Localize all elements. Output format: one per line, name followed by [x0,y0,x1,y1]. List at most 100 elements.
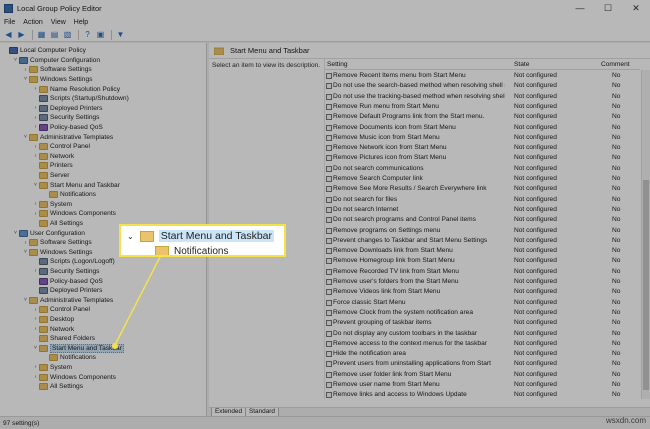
chevron-right-icon[interactable]: › [32,307,39,313]
policy-row[interactable]: Remove user folder link from Start Menu N… [325,370,640,380]
close-button[interactable]: ✕ [622,0,650,16]
back-arrow-icon[interactable]: ◀ [3,29,14,40]
menu-help[interactable]: Help [74,19,88,26]
tree-item[interactable]: › Network [32,152,74,161]
tree-item[interactable]: › Control Panel [32,305,90,314]
tree-item[interactable]: All Settings [32,382,83,391]
policy-row[interactable]: Remove Recorded TV link from Start Menu N… [325,267,640,277]
filter-icon[interactable]: ▼ [115,29,126,40]
tree-item[interactable]: Shared Folders [32,334,95,343]
vertical-scrollbar[interactable] [641,70,650,399]
policy-row[interactable]: Remove Search Computer link Not configure… [325,174,640,184]
tree-item[interactable]: All Settings [32,219,83,228]
policy-row[interactable]: Remove user's folders from the Start Men… [325,277,640,287]
tree-item[interactable]: › System [32,200,72,209]
tree-item[interactable]: ˅ Windows Settings [22,248,92,257]
tree-item[interactable]: Notifications [42,190,96,199]
policy-row[interactable]: Remove Recent Items menu from Start Menu… [325,71,640,81]
chevron-down-icon[interactable]: ˅ [12,230,19,236]
tree-item[interactable]: ˅ Start Menu and Taskbar [32,180,120,189]
column-state[interactable]: State [514,61,529,68]
chevron-right-icon[interactable]: › [32,144,39,150]
tree-item[interactable]: › Deployed Printers [32,104,102,113]
forward-arrow-icon[interactable]: ▶ [16,29,27,40]
policy-row[interactable]: Remove Clock from the system notificatio… [325,308,640,318]
chevron-down-icon[interactable]: ˅ [22,297,29,303]
scrollbar-thumb[interactable] [643,180,649,390]
tree-item[interactable]: Scripts (Logon/Logoff) [32,257,115,266]
policy-row[interactable]: Remove Default Programs link from the St… [325,112,640,122]
chevron-down-icon[interactable]: ˅ [32,182,39,188]
policy-row[interactable]: Remove Run menu from Start Menu Not confi… [325,102,640,112]
export-list-icon[interactable]: ▧ [62,29,73,40]
policy-row[interactable]: Remove Network icon from Start Menu Not c… [325,143,640,153]
chevron-right-icon[interactable]: › [32,326,39,332]
policy-row[interactable]: Remove user name from Start Menu Not conf… [325,380,640,390]
chevron-right-icon[interactable]: › [32,86,39,92]
chevron-right-icon[interactable]: › [32,268,39,274]
chevron-right-icon[interactable]: › [32,211,39,217]
tree-item[interactable]: › Policy-based QoS [32,123,103,132]
policy-row[interactable]: Remove access to the context menus for t… [325,339,640,349]
policy-row[interactable]: Remove Pictures icon from Start Menu Not … [325,153,640,163]
policy-row[interactable]: Remove Documents icon from Start Menu Not… [325,123,640,133]
tree-item[interactable]: › Security Settings [32,267,99,276]
chevron-right-icon[interactable]: › [32,374,39,380]
chevron-down-icon[interactable]: ˅ [12,57,19,63]
tree-item[interactable]: ˅ User Configuration [12,228,85,237]
tree-item[interactable]: ˅ Administrative Templates [22,296,113,305]
chevron-right-icon[interactable]: › [32,364,39,370]
policy-row[interactable]: Hide the notification area Not configured… [325,349,640,359]
chevron-down-icon[interactable]: ˅ [22,76,29,82]
tree-item[interactable]: Policy-based QoS [32,276,103,285]
policy-row[interactable]: Prevent users from uninstalling applicat… [325,359,640,369]
tree-item[interactable]: Server [32,171,69,180]
tree-item[interactable]: Deployed Printers [32,286,102,295]
tree-item[interactable]: › Name Resolution Policy [32,84,120,93]
policy-row[interactable]: Do not search communications Not configur… [325,164,640,174]
minimize-button[interactable]: — [566,0,594,16]
chevron-down-icon[interactable]: ˅ [32,345,39,351]
policy-row[interactable]: Remove Downloads link from Start Menu Not… [325,246,640,256]
column-setting[interactable]: Setting [327,61,348,68]
policy-row[interactable]: Remove See More Results / Search Everywh… [325,184,640,194]
chevron-right-icon[interactable]: › [32,105,39,111]
policy-row[interactable]: Remove Homegroup link from Start Menu Not… [325,256,640,266]
chevron-right-icon[interactable]: › [32,115,39,121]
policy-row[interactable]: Remove Videos link from Start Menu Not co… [325,287,640,297]
policy-row[interactable]: Remove Music icon from Start Menu Not con… [325,133,640,143]
tree-item[interactable]: › Desktop [32,315,74,324]
policy-row[interactable]: Do not search for files Not configured No [325,195,640,205]
menu-action[interactable]: Action [23,19,42,26]
tree-item[interactable]: Scripts (Startup/Shutdown) [32,94,129,103]
menu-view[interactable]: View [51,19,66,26]
chevron-right-icon[interactable]: › [32,124,39,130]
policy-row[interactable]: Do not search Internet Not configured No [325,205,640,215]
tree-item[interactable]: ˅ Start Menu and Taskbar [32,343,124,353]
chevron-right-icon[interactable]: › [32,153,39,159]
policy-row[interactable]: Do not use the tracking-based method whe… [325,92,640,102]
column-comment[interactable]: Comment [601,61,630,68]
tree-item[interactable]: › Network [32,324,74,333]
policy-row[interactable]: Force classic Start Menu Not configured No [325,298,640,308]
tree-item[interactable]: › Software Settings [22,238,92,247]
tree-item[interactable]: › Windows Components [32,372,116,381]
extended-view-icon[interactable]: ▣ [95,29,106,40]
maximize-button[interactable]: ☐ [594,0,622,16]
policy-row[interactable]: Prevent grouping of taskbar items Not con… [325,318,640,328]
policy-row[interactable]: Do not use the search-based method when … [325,81,640,91]
properties-icon[interactable]: ▤ [49,29,60,40]
chevron-down-icon[interactable]: ˅ [22,249,29,255]
tree-item[interactable]: Local Computer Policy [2,46,86,55]
tree-item[interactable]: › Windows Components [32,209,116,218]
chevron-down-icon[interactable]: ˅ [22,134,29,140]
tree-item[interactable]: ˅ Administrative Templates [22,132,113,141]
tree-item[interactable]: ˅ Windows Settings [22,75,92,84]
policy-row[interactable]: Prevent changes to Taskbar and Start Men… [325,236,640,246]
tree-item[interactable]: › System [32,363,72,372]
chevron-right-icon[interactable]: › [32,201,39,207]
chevron-right-icon[interactable]: › [22,67,29,73]
menu-file[interactable]: File [4,19,15,26]
tree-item[interactable]: › Control Panel [32,142,90,151]
tree-item[interactable]: ˅ Computer Configuration [12,56,100,65]
